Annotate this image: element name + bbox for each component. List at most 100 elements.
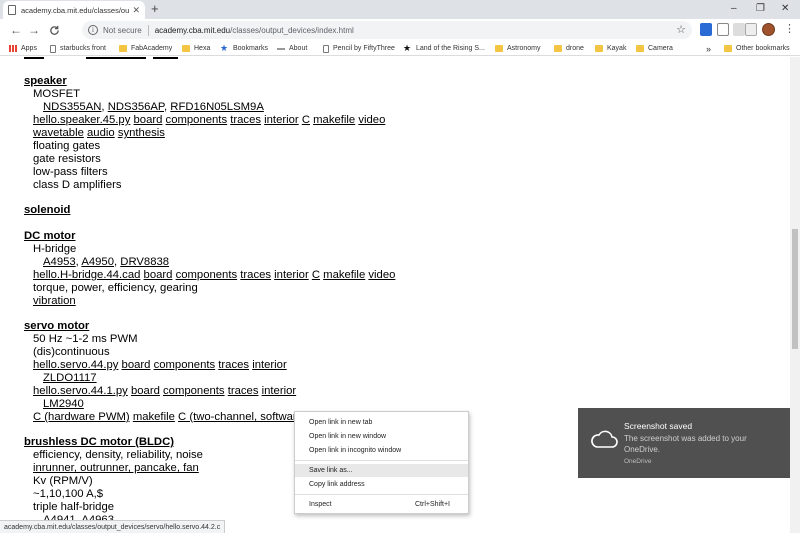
extension-translate-icon[interactable]	[700, 23, 712, 36]
bookmark-item[interactable]: About	[277, 43, 307, 54]
reload-button[interactable]	[46, 22, 62, 38]
link-interior[interactable]: interior	[274, 269, 309, 281]
link-board[interactable]: board	[144, 269, 173, 281]
bookmark-item[interactable]: Camera	[636, 43, 673, 54]
forward-button[interactable]: →	[26, 22, 42, 38]
link-c-hardware-pwm[interactable]: C (hardware PWM)	[33, 411, 130, 423]
url-host: academy.cba.mit.edu	[154, 25, 231, 35]
link-synthesis[interactable]: synthesis	[118, 127, 165, 139]
maximize-button[interactable]: ❐	[756, 1, 765, 17]
bookmark-item[interactable]: FabAcademy	[119, 43, 172, 54]
link-makefile[interactable]: makefile	[133, 411, 175, 423]
bookmark-item[interactable]: Kayak	[595, 43, 626, 54]
text-mosfet: MOSFET	[33, 88, 81, 100]
link-board[interactable]: board	[134, 114, 163, 126]
browser-tab[interactable]: academy.cba.mit.edu/classes/out ✕	[3, 1, 145, 19]
menu-item-copy-link-address[interactable]: Copy link address	[295, 478, 468, 491]
menu-item-open-incognito[interactable]: Open link in incognito window	[295, 444, 468, 457]
bookmark-item[interactable]: Pencil by FiftyThree	[323, 43, 395, 54]
link-components[interactable]: components	[163, 385, 225, 397]
link-traces[interactable]: traces	[230, 114, 261, 126]
extension-box-icon[interactable]	[745, 23, 757, 36]
address-bar[interactable]: i Not secure academy.cba.mit.edu/classes…	[82, 21, 692, 39]
bookmark-item[interactable]: Hexa	[182, 43, 210, 54]
link-hello-servo-44[interactable]: hello.servo.44.py	[33, 359, 118, 371]
link-components[interactable]: components	[176, 269, 238, 281]
window-close-button[interactable]: ✕	[781, 1, 789, 17]
link-c[interactable]: C	[302, 114, 310, 126]
link-interior[interactable]: interior	[262, 385, 297, 397]
new-tab-button[interactable]: +	[151, 2, 159, 16]
text-note: torque, power, efficiency, gearing	[33, 282, 198, 294]
section-heading-bldc[interactable]: brushless DC motor (BLDC)	[24, 436, 174, 448]
bookmark-label: Other bookmarks	[736, 45, 790, 52]
link-video[interactable]: video	[368, 269, 395, 281]
bookmark-item[interactable]: Apps	[9, 43, 37, 54]
extension-pen-icon[interactable]	[717, 23, 729, 36]
onedrive-notification[interactable]: Screenshot saved The screenshot was adde…	[578, 408, 790, 478]
link-drv8838[interactable]: DRV8838	[120, 256, 169, 268]
bookmarks-overflow-button[interactable]: »	[706, 43, 711, 54]
extension-cloud-icon[interactable]	[733, 23, 745, 36]
link-board[interactable]: board	[122, 359, 151, 371]
link-c[interactable]: C	[312, 269, 320, 281]
link-hello-speaker[interactable]: hello.speaker.45.py	[33, 114, 130, 126]
section-heading-speaker[interactable]: speaker	[24, 75, 67, 87]
bookmark-item[interactable]: ★ Bookmarks	[220, 43, 268, 54]
url-path: /classes/output_devices/index.html	[230, 25, 354, 35]
link-interior[interactable]: interior	[264, 114, 299, 126]
link-wavetable[interactable]: wavetable	[33, 127, 84, 139]
link-a4950[interactable]: A4950	[81, 256, 114, 268]
link-hello-hbridge[interactable]: hello.H-bridge.44.cad	[33, 269, 140, 281]
link-traces[interactable]: traces	[228, 385, 259, 397]
bookmark-label: Pencil by FiftyThree	[333, 45, 395, 52]
star-icon: ★	[220, 43, 229, 53]
info-icon[interactable]: i	[88, 25, 98, 35]
link-lm2940[interactable]: LM2940	[43, 398, 84, 410]
bookmark-star-icon[interactable]: ☆	[676, 23, 686, 36]
menu-item-open-new-window[interactable]: Open link in new window	[295, 430, 468, 443]
section-heading-servo-motor[interactable]: servo motor	[24, 320, 89, 332]
text-note: ~1,10,100 A,$	[33, 488, 104, 500]
link-board[interactable]: board	[131, 385, 160, 397]
link-components[interactable]: components	[154, 359, 216, 371]
link-nds356ap[interactable]: NDS356AP	[108, 101, 164, 113]
link-runner-types[interactable]: inrunner, outrunner, pancake, fan	[33, 462, 199, 474]
link-hello-servo-44-1[interactable]: hello.servo.44.1.py	[33, 385, 128, 397]
menu-kebab-icon[interactable]: ⋮	[784, 22, 795, 36]
tab-close-icon[interactable]: ✕	[132, 5, 140, 16]
section-heading-dc-motor[interactable]: DC motor	[24, 230, 75, 242]
vertical-scrollbar[interactable]	[790, 57, 800, 533]
link-components[interactable]: components	[166, 114, 228, 126]
link-zldo1117[interactable]: ZLDO1117	[43, 372, 97, 384]
status-bar-url: academy.cba.mit.edu/classes/output_devic…	[0, 520, 226, 533]
bookmark-item[interactable]: drone	[554, 43, 584, 54]
link-nds355an[interactable]: NDS355AN	[43, 101, 101, 113]
link-c-two-channel[interactable]: C (two-channel, softwar	[178, 411, 297, 423]
link-vibration[interactable]: vibration	[33, 295, 76, 307]
menu-item-open-new-tab[interactable]: Open link in new tab	[295, 416, 468, 429]
section-heading-solenoid[interactable]: solenoid	[24, 204, 70, 216]
cutoff-underline	[153, 57, 178, 59]
text-note: class D amplifiers	[33, 179, 122, 191]
back-button[interactable]: ←	[8, 22, 24, 38]
link-makefile[interactable]: makefile	[313, 114, 355, 126]
apps-icon	[9, 45, 17, 52]
minimize-button[interactable]: –	[731, 1, 737, 17]
profile-avatar[interactable]	[762, 23, 775, 36]
bookmark-item[interactable]: starbucks front	[50, 43, 106, 54]
link-a4953[interactable]: A4953	[43, 256, 76, 268]
menu-item-inspect[interactable]: Inspect Ctrl+Shift+I	[295, 498, 468, 511]
menu-item-save-link-as[interactable]: Save link as...	[295, 464, 468, 477]
bookmark-item[interactable]: ★ Land of the Rising S...	[403, 43, 485, 54]
link-traces[interactable]: traces	[218, 359, 249, 371]
bookmark-item[interactable]: Astronomy	[495, 43, 540, 54]
link-traces[interactable]: traces	[240, 269, 271, 281]
link-interior[interactable]: interior	[252, 359, 287, 371]
link-makefile[interactable]: makefile	[323, 269, 365, 281]
link-rfd16n05lsm9a[interactable]: RFD16N05LSM9A	[170, 101, 264, 113]
scrollbar-thumb[interactable]	[792, 229, 798, 349]
link-video[interactable]: video	[358, 114, 385, 126]
other-bookmarks[interactable]: Other bookmarks	[724, 43, 790, 54]
link-audio[interactable]: audio	[87, 127, 115, 139]
